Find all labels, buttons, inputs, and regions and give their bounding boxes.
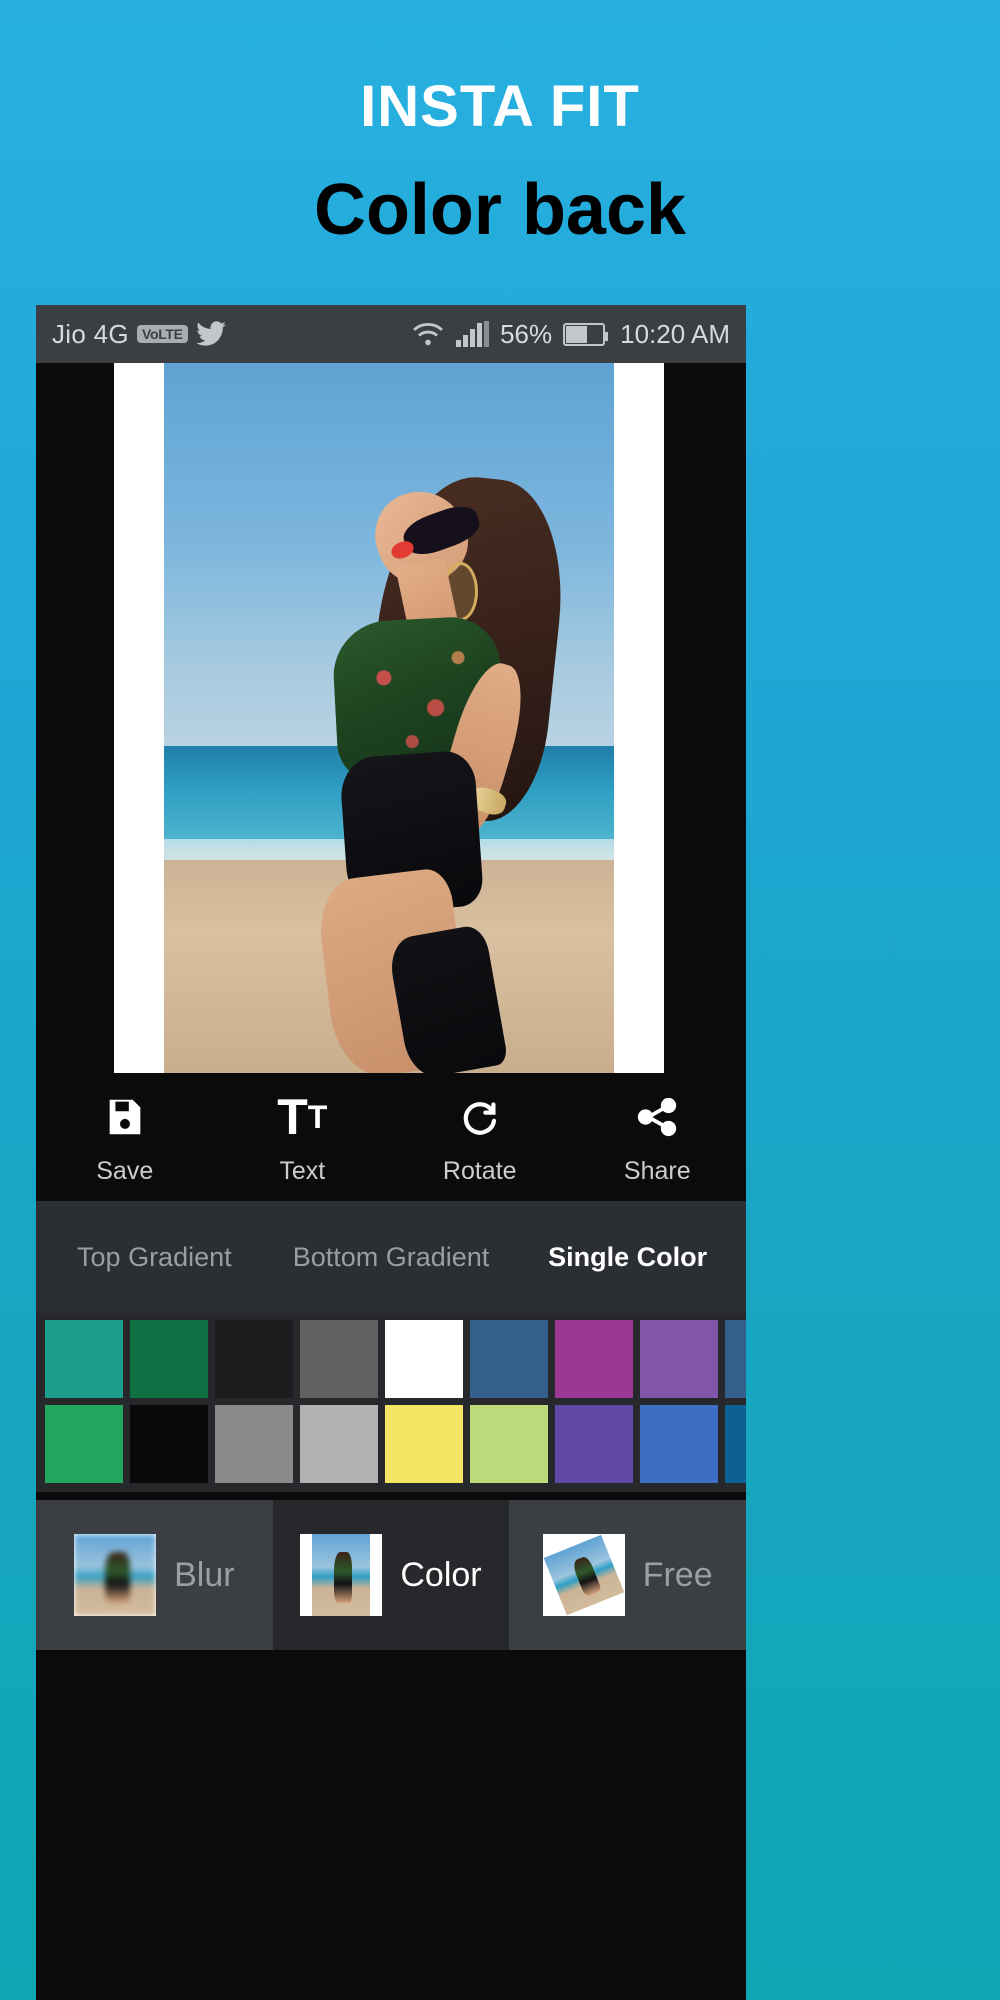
color-label: Color bbox=[400, 1555, 482, 1594]
color-swatch-r1-c6[interactable] bbox=[470, 1320, 548, 1398]
color-swatch-r1-c2[interactable] bbox=[130, 1320, 208, 1398]
swatch-row-1 bbox=[36, 1320, 746, 1398]
swatch-row-2 bbox=[36, 1405, 746, 1483]
share-icon bbox=[569, 1089, 747, 1145]
color-swatch-r2-c8[interactable] bbox=[640, 1405, 718, 1483]
editor-toolbar: Save TT Text Rotate Share bbox=[36, 1073, 746, 1201]
status-bar-left: Jio 4G VoLTE bbox=[52, 319, 226, 350]
phone-screenshot: Jio 4G VoLTE 56% 10:20 AM Save T T Text … bbox=[36, 305, 746, 2000]
text-label: Text bbox=[279, 1156, 326, 1185]
color-swatch-r1-c9[interactable] bbox=[725, 1320, 746, 1398]
promo-subtitle: Color back bbox=[313, 170, 687, 250]
status-bar: Jio 4G VoLTE 56% 10:20 AM bbox=[36, 305, 746, 363]
volte-icon: VoLTE bbox=[136, 325, 188, 343]
color-swatch-r1-c7[interactable] bbox=[555, 1320, 633, 1398]
mode-free-button[interactable]: Free bbox=[509, 1500, 746, 1650]
twitter-bird-icon bbox=[195, 321, 226, 347]
share-label: Share bbox=[623, 1156, 691, 1185]
color-swatch-r1-c8[interactable] bbox=[640, 1320, 718, 1398]
mode-blur-button[interactable]: Blur bbox=[36, 1500, 273, 1650]
color-swatch-r1-c1[interactable] bbox=[45, 1320, 123, 1398]
color-swatch-r2-c2[interactable] bbox=[130, 1405, 208, 1483]
share-button[interactable]: Share bbox=[569, 1089, 747, 1186]
save-icon bbox=[36, 1089, 214, 1145]
color-swatch-r1-c3[interactable] bbox=[215, 1320, 293, 1398]
bottom-mode-bar: Blur Color Free bbox=[36, 1500, 746, 1650]
blur-thumbnail bbox=[74, 1534, 157, 1616]
photo-image bbox=[164, 363, 614, 1073]
free-thumbnail bbox=[542, 1534, 625, 1616]
free-label: Free bbox=[642, 1555, 713, 1594]
battery-percent-label: 56% bbox=[500, 318, 553, 349]
rotate-label: Rotate bbox=[442, 1156, 517, 1185]
tab-bottom-gradient[interactable]: Bottom Gradient bbox=[273, 1242, 510, 1273]
color-swatch-r2-c3[interactable] bbox=[215, 1405, 293, 1483]
tab-single-color[interactable]: Single Color bbox=[509, 1242, 746, 1273]
wifi-icon bbox=[411, 320, 445, 348]
text-button[interactable]: TT Text bbox=[214, 1089, 392, 1186]
carrier-label: Jio 4G bbox=[52, 318, 129, 349]
color-swatch-r1-c5[interactable] bbox=[385, 1320, 463, 1398]
color-swatch-r2-c9[interactable] bbox=[725, 1405, 746, 1483]
photo-canvas[interactable] bbox=[36, 363, 746, 1073]
app-title: INSTA FIT bbox=[360, 74, 640, 139]
tab-top-gradient[interactable]: Top Gradient bbox=[36, 1242, 273, 1273]
rotate-icon bbox=[391, 1089, 569, 1145]
battery-icon bbox=[563, 322, 609, 346]
clock-label: 10:20 AM bbox=[620, 318, 730, 349]
promo-header: INSTA FIT Color back bbox=[0, 0, 1000, 305]
color-swatch-r2-c1[interactable] bbox=[45, 1405, 123, 1483]
app-promo-screen: INSTA FIT Color back Jio 4G VoLTE 56% 10… bbox=[0, 0, 1000, 2000]
photo-frame bbox=[114, 363, 664, 1073]
color-swatch-panel bbox=[36, 1313, 746, 1492]
status-bar-right: 56% 10:20 AM bbox=[411, 319, 730, 350]
color-thumbnail bbox=[300, 1534, 383, 1616]
mode-color-button[interactable]: Color bbox=[273, 1500, 510, 1650]
text-icon: TT bbox=[277, 1088, 328, 1145]
signal-bars-icon bbox=[456, 321, 490, 347]
save-label: Save bbox=[96, 1156, 154, 1185]
background-mode-tabs: Top Gradient Bottom Gradient Single Colo… bbox=[36, 1201, 746, 1313]
color-swatch-r2-c5[interactable] bbox=[385, 1405, 463, 1483]
rotate-button[interactable]: Rotate bbox=[391, 1089, 569, 1186]
color-swatch-r2-c4[interactable] bbox=[300, 1405, 378, 1483]
color-swatch-r2-c6[interactable] bbox=[470, 1405, 548, 1483]
color-swatch-r2-c7[interactable] bbox=[555, 1405, 633, 1483]
color-swatch-r1-c4[interactable] bbox=[300, 1320, 378, 1398]
blur-label: Blur bbox=[174, 1555, 235, 1594]
save-button[interactable]: Save bbox=[36, 1089, 214, 1186]
